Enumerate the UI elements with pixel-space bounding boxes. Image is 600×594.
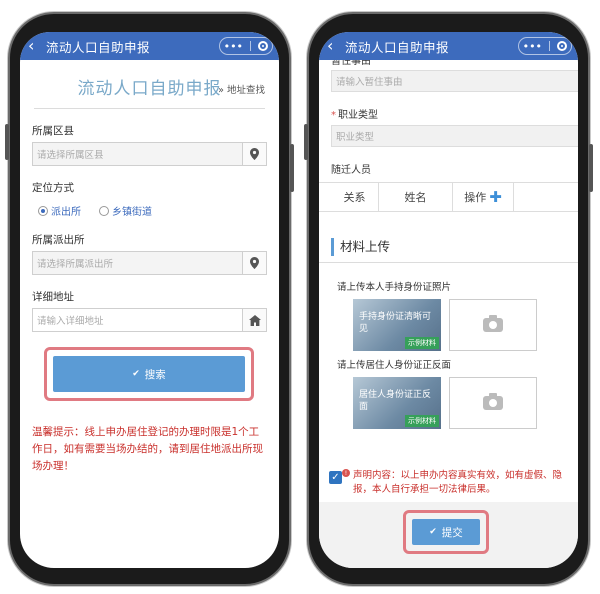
add-companion-icon[interactable]: ✚ (489, 188, 502, 206)
sample-photo[interactable]: 居住人身份证正反面 示例材料 (353, 377, 441, 429)
warm-tip: 温馨提示：线上申办居住登记的办理时限是1个工作日，如有需要当场办结的，请到居住地… (32, 426, 263, 472)
home-icon[interactable] (242, 309, 266, 331)
upload1-button[interactable] (449, 299, 537, 351)
district-label: 所属区县 (32, 125, 74, 137)
close-icon[interactable] (557, 41, 568, 51)
column-name: 姓名 (379, 183, 453, 211)
search-label: 搜索 (144, 368, 166, 381)
radio-label: 派出所 (51, 207, 81, 218)
radio-label: 乡镇街道 (112, 207, 152, 218)
upload2-button[interactable] (449, 377, 537, 429)
station-placeholder: 请选择所属派出所 (37, 259, 114, 270)
location-pin-icon[interactable] (242, 143, 266, 165)
job-label: * 职业类型 (331, 110, 378, 121)
upload1-label: 请上传本人手持身份证照片 (337, 282, 452, 293)
reason-placeholder: 请输入暂住事由 (336, 77, 403, 88)
mini-program-capsule: ••• (219, 37, 273, 55)
right-screen: ‹ 流动人口自助申报 ••• 暂住事由 请输入暂住事由 * 职业类型 职业类型 随… (319, 32, 578, 568)
more-icon[interactable]: ••• (224, 40, 243, 53)
upload2-label: 请上传居住人身份证正反面 (337, 360, 452, 371)
camera-icon (483, 315, 503, 332)
station-select[interactable]: 请选择所属派出所 (32, 251, 267, 275)
left-screen: ‹ 流动人口自助申报 ••• 流动人口自助申报 » 地址查找 所属区县 请选择所… (20, 32, 279, 568)
district-select[interactable]: 请选择所属区县 (32, 142, 267, 166)
sample-tag: 示例材料 (405, 415, 439, 427)
reason-input[interactable]: 请输入暂住事由 (331, 70, 578, 92)
warning-icon: ! (342, 469, 350, 477)
mini-program-capsule: ••• (518, 37, 572, 55)
submit-button[interactable]: ✔ 提交 (412, 519, 480, 545)
declaration-text: 声明内容：以上申办内容真实有效，如有虚假、隐报，本人自行承担一切法律后果。 (353, 470, 563, 495)
job-select[interactable]: 职业类型 (331, 125, 578, 147)
station-label: 所属派出所 (32, 234, 85, 246)
radio-police-station[interactable]: 派出所 (38, 203, 81, 218)
address-input[interactable]: 请输入详细地址 (32, 308, 267, 332)
search-button[interactable]: ✔ 搜索 (53, 356, 245, 392)
close-icon[interactable] (258, 41, 269, 51)
right-phone: ‹ 流动人口自助申报 ••• 暂住事由 请输入暂住事由 * 职业类型 职业类型 随… (304, 12, 593, 586)
divider (34, 108, 265, 109)
back-button[interactable]: ‹ (327, 32, 341, 60)
section-title: 材料上传 (331, 238, 578, 256)
radio-dot (99, 205, 109, 216)
address-label: 详细地址 (32, 291, 74, 303)
upload1-row: 手持身份证清晰可见 示例材料 (353, 299, 578, 351)
submit-highlight: ✔ 提交 (403, 510, 489, 554)
companions-label: 随迁人员 (331, 165, 371, 176)
submit-label: 提交 (441, 526, 463, 539)
upload2-row: 居住人身份证正反面 示例材料 (353, 377, 578, 429)
check-icon: ✔ (132, 369, 140, 379)
location-pin-icon[interactable] (242, 252, 266, 274)
column-relation: 关系 (331, 183, 379, 211)
address-placeholder: 请输入详细地址 (37, 316, 104, 327)
back-button[interactable]: ‹ (28, 32, 42, 60)
nav-title: 流动人口自助申报 (345, 39, 450, 55)
column-action: 操作 ✚ (464, 188, 502, 206)
declaration: ✓ ! 声明内容：以上申办内容真实有效，如有虚假、隐报，本人自行承担一切法律后果… (329, 469, 569, 497)
district-placeholder: 请选择所属区县 (37, 150, 104, 161)
nav-title: 流动人口自助申报 (46, 39, 151, 55)
sample-caption: 手持身份证清晰可见 (359, 312, 432, 334)
required-mark: * (331, 110, 336, 121)
locate-method-label: 定位方式 (32, 182, 74, 194)
job-placeholder: 职业类型 (336, 132, 375, 143)
sample-tag: 示例材料 (405, 337, 439, 349)
left-phone: ‹ 流动人口自助申报 ••• 流动人口自助申报 » 地址查找 所属区县 请选择所… (5, 12, 294, 586)
page-title: 流动人口自助申报 (77, 79, 222, 99)
camera-icon (483, 393, 503, 410)
declaration-checkbox[interactable]: ✓ (329, 471, 342, 484)
sample-caption: 居住人身份证正反面 (359, 390, 432, 412)
radio-township-street[interactable]: 乡镇街道 (99, 203, 152, 218)
companions-table-header: 关系 姓名 操作 ✚ (319, 182, 578, 212)
radio-dot-checked (38, 205, 48, 216)
nav-bar: ‹ 流动人口自助申报 ••• (20, 32, 279, 60)
address-lookup-link[interactable]: » 地址查找 (218, 82, 265, 96)
check-icon: ✔ (429, 527, 437, 537)
nav-bar: ‹ 流动人口自助申报 ••• (319, 32, 578, 60)
search-highlight: ✔ 搜索 (44, 347, 254, 401)
reason-label: 暂住事由 (331, 60, 371, 67)
sample-photo[interactable]: 手持身份证清晰可见 示例材料 (353, 299, 441, 351)
page-header: 流动人口自助申报 » 地址查找 (20, 74, 279, 102)
more-icon[interactable]: ••• (523, 40, 542, 53)
locate-method-radios: 派出所 乡镇街道 (38, 203, 279, 218)
